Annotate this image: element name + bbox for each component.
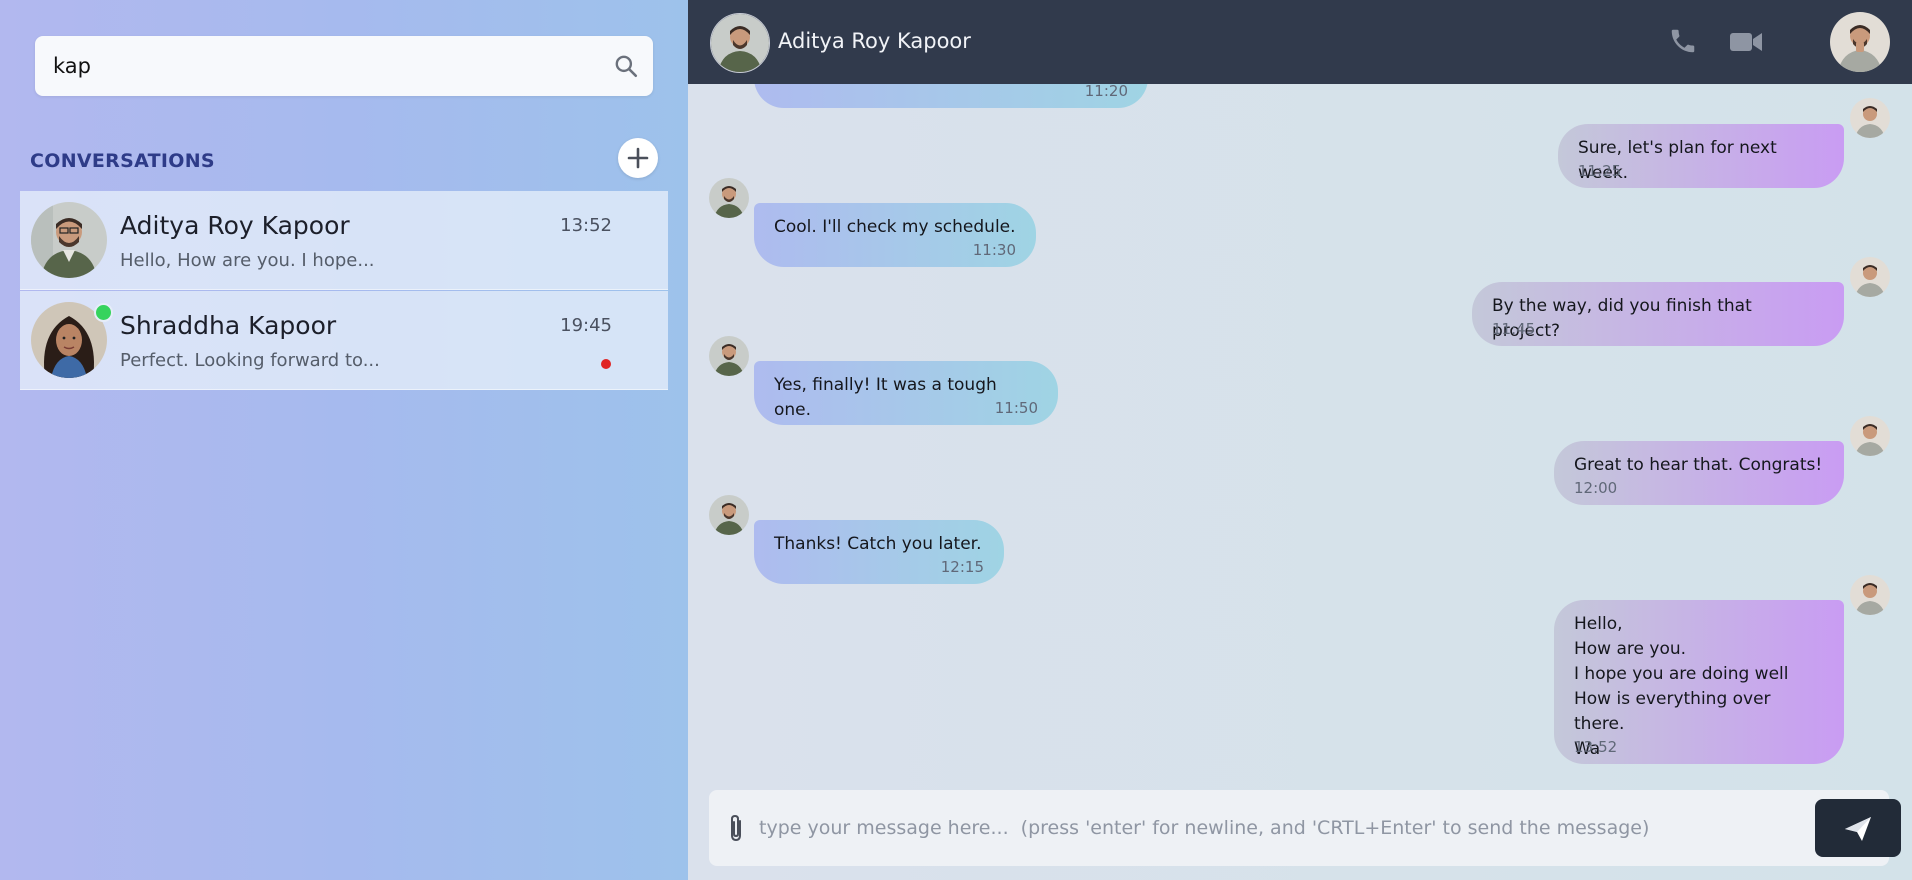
message-time: 11:50 (994, 399, 1038, 417)
message-time: 12:00 (1574, 479, 1618, 497)
conversation-time: 13:52 (560, 215, 612, 236)
sidebar: CONVERSATIONS (0, 0, 688, 880)
chat-panel: Aditya Roy Kapoor 11:20 Sure, let's plan… (688, 0, 1912, 880)
message-list[interactable]: 11:20 Sure, let's plan for next week. 11… (688, 84, 1912, 784)
user-avatar[interactable] (1830, 12, 1890, 72)
message-composer (709, 790, 1901, 866)
sender-avatar (1850, 257, 1890, 297)
conversation-item[interactable]: Aditya Roy Kapoor Hello, How are you. I … (20, 191, 668, 290)
message-time: 12:15 (940, 558, 984, 576)
conversations-title: CONVERSATIONS (30, 150, 215, 172)
conversation-name: Shraddha Kapoor (120, 311, 337, 340)
paperclip-icon[interactable] (723, 812, 749, 844)
message-bubble-incoming: Yes, finally! It was a tough one. 11:50 (754, 361, 1058, 425)
message-text: Yes, finally! It was a tough one. (774, 375, 997, 420)
video-camera-icon[interactable] (1729, 28, 1763, 56)
sender-avatar (1850, 416, 1890, 456)
search-box (35, 36, 653, 96)
search-input[interactable] (53, 36, 593, 96)
chat-header: Aditya Roy Kapoor (688, 0, 1912, 84)
unread-indicator (601, 359, 611, 369)
message-time: 11:25 (1578, 162, 1622, 180)
message-time: 11:30 (972, 241, 1016, 259)
message-time: 11:20 (1084, 84, 1128, 100)
message-bubble-outgoing: By the way, did you finish that project?… (1472, 282, 1844, 346)
send-button[interactable] (1815, 799, 1901, 857)
conversation-item[interactable]: Shraddha Kapoor Perfect. Looking forward… (20, 291, 668, 390)
message-bubble-outgoing: Sure, let's plan for next week. 11:25 (1558, 124, 1844, 188)
message-time: 13:52 (1574, 738, 1618, 756)
phone-icon[interactable] (1668, 26, 1698, 56)
conversation-time: 19:45 (560, 315, 612, 336)
sender-avatar (709, 336, 749, 376)
conversation-preview: Perfect. Looking forward to... (120, 350, 380, 371)
avatar (31, 202, 107, 278)
conversations-header: CONVERSATIONS (30, 138, 658, 184)
chat-app: CONVERSATIONS (0, 0, 1912, 880)
message-bubble-outgoing: Hello, How are you. I hope you are doing… (1554, 600, 1844, 764)
message-bubble-outgoing: Great to hear that. Congrats! 12:00 (1554, 441, 1844, 505)
new-conversation-button[interactable] (618, 138, 658, 178)
contact-avatar[interactable] (710, 13, 770, 73)
online-status-indicator (94, 303, 113, 322)
message-bubble-incoming: Thanks! Catch you later. 12:15 (754, 520, 1004, 584)
search-icon[interactable] (613, 53, 639, 79)
sender-avatar (709, 495, 749, 535)
plus-icon (627, 147, 649, 169)
conversation-preview: Hello, How are you. I hope... (120, 250, 375, 271)
sender-avatar (1850, 575, 1890, 615)
send-icon (1845, 817, 1871, 841)
sender-avatar (709, 178, 749, 218)
message-bubble-incoming: Cool. I'll check my schedule. 11:30 (754, 203, 1036, 267)
message-input[interactable] (759, 790, 1779, 866)
message-text: Thanks! Catch you later. (774, 534, 982, 554)
conversation-name: Aditya Roy Kapoor (120, 211, 350, 240)
sender-avatar (1850, 98, 1890, 138)
message-bubble-incoming: 11:20 (754, 84, 1148, 108)
message-text: Great to hear that. Congrats! (1574, 455, 1823, 475)
message-time: 11:45 (1492, 320, 1536, 338)
message-text: Cool. I'll check my schedule. (774, 217, 1016, 237)
contact-name: Aditya Roy Kapoor (778, 29, 971, 53)
